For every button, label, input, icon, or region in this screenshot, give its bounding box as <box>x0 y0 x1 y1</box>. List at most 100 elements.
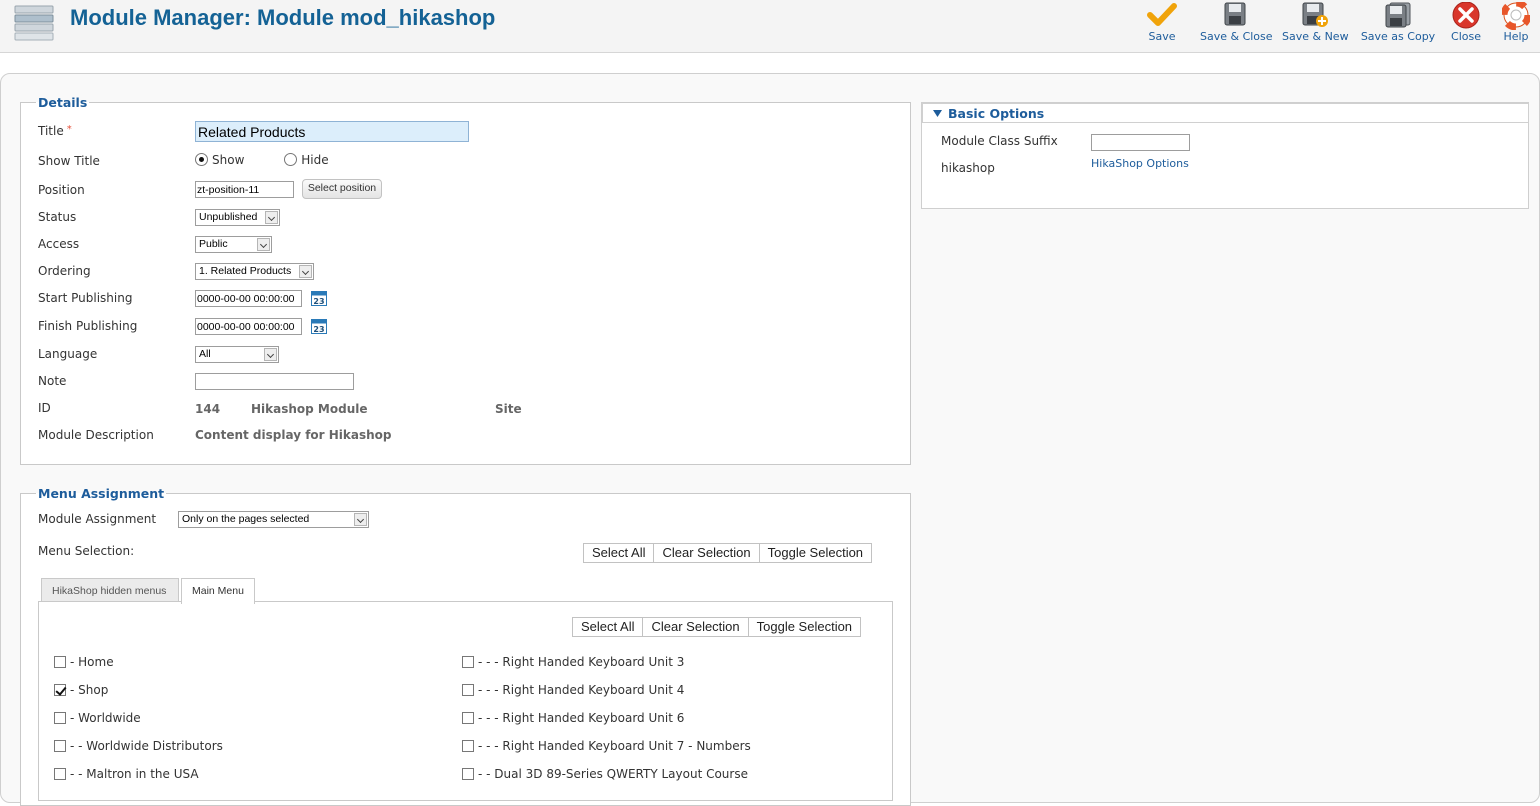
tab-main-menu[interactable]: Main Menu <box>181 578 255 604</box>
select-position-button[interactable]: Select position <box>301 179 383 199</box>
menu-item-checkbox[interactable] <box>54 711 66 724</box>
show-title-hide-radio[interactable] <box>284 153 298 166</box>
save-check-icon <box>1147 3 1177 26</box>
menu-item-label: - - - Right Handed Keyboard Unit 6 <box>478 710 685 725</box>
access-select[interactable]: Public <box>195 236 272 253</box>
menu-item-label: - - - Right Handed Keyboard Unit 7 - Num… <box>478 738 751 753</box>
finish-publishing-row: Finish Publishing 23 <box>38 318 891 340</box>
menu-item-checkbox[interactable] <box>54 683 66 696</box>
module-class-suffix-input[interactable] <box>1091 134 1190 151</box>
hikashop-label: hikashop <box>941 161 995 175</box>
ordering-select[interactable]: 1. Related Products <box>195 263 314 280</box>
chevron-down-icon <box>265 211 278 224</box>
tab-clear-selection-button[interactable]: Clear Selection <box>642 617 749 637</box>
menu-item-checkbox[interactable] <box>462 767 474 780</box>
hikashop-options-link[interactable]: HikaShop Options <box>1091 157 1189 170</box>
status-select[interactable]: Unpublished <box>195 209 280 226</box>
menu-item-checkbox[interactable] <box>462 711 474 724</box>
save-as-copy-button[interactable]: Save as Copy <box>1360 0 1436 48</box>
menu-selection-buttons: Select All Clear Selection Toggle Select… <box>583 543 873 563</box>
save-label: Save <box>1148 30 1176 43</box>
menu-item-checkbox[interactable] <box>462 683 474 696</box>
tab-selection-buttons: Select All Clear Selection Toggle Select… <box>572 617 862 637</box>
chevron-down-icon <box>257 238 270 251</box>
menu-assignment-legend: Menu Assignment <box>38 486 165 501</box>
select-all-button[interactable]: Select All <box>583 543 655 563</box>
note-input[interactable] <box>195 373 354 390</box>
floppy-disk-copy-icon <box>1385 2 1411 28</box>
close-icon <box>1452 2 1480 29</box>
show-title-show-radio[interactable] <box>195 153 208 166</box>
floppy-disk-plus-icon <box>1302 2 1328 27</box>
basic-options-title: Basic Options <box>948 106 1045 121</box>
clear-selection-button[interactable]: Clear Selection <box>653 543 760 563</box>
save-close-button[interactable]: Save & Close <box>1200 0 1273 48</box>
start-publishing-label: Start Publishing <box>38 291 133 305</box>
menu-item-checkbox[interactable] <box>54 655 66 668</box>
save-button[interactable]: Save <box>1136 0 1188 48</box>
lifebuoy-help-icon <box>1502 2 1530 30</box>
tab-toggle-selection-button[interactable]: Toggle Selection <box>747 617 862 637</box>
title-label: Title * <box>38 124 72 138</box>
tab-hikashop-hidden-menus[interactable]: HikaShop hidden menus <box>41 578 179 603</box>
ordering-row: Ordering 1. Related Products <box>38 263 891 285</box>
list-item[interactable]: - - Dual 3D 89-Series QWERTY Layout Cour… <box>462 766 748 784</box>
module-type-value: Hikashop Module <box>251 402 368 416</box>
access-label: Access <box>38 237 80 251</box>
close-button[interactable]: Close <box>1444 0 1488 48</box>
menu-item-label: - - Worldwide Distributors <box>70 738 223 753</box>
toggle-selection-button[interactable]: Toggle Selection <box>758 543 873 563</box>
save-new-button[interactable]: Save & New <box>1282 0 1349 48</box>
list-item[interactable]: - - - Right Handed Keyboard Unit 3 <box>462 654 684 672</box>
menu-item-checkbox[interactable] <box>54 767 66 780</box>
tab-select-all-button[interactable]: Select All <box>572 617 644 637</box>
status-value: Unpublished <box>199 211 258 223</box>
list-item[interactable]: - Shop <box>54 682 108 700</box>
help-label: Help <box>1503 30 1529 43</box>
basic-options-header[interactable]: Basic Options <box>922 103 1529 123</box>
finish-publishing-input[interactable] <box>195 318 302 335</box>
list-item[interactable]: - - - Right Handed Keyboard Unit 7 - Num… <box>462 738 751 756</box>
list-item[interactable]: - - - Right Handed Keyboard Unit 6 <box>462 710 684 728</box>
close-label: Close <box>1451 30 1481 43</box>
menu-item-checkbox[interactable] <box>462 655 474 668</box>
hikashop-row: hikashop HikaShop Options <box>941 157 1341 181</box>
hide-option-label: Hide <box>301 152 329 167</box>
help-button[interactable]: Help <box>1496 0 1536 48</box>
client-value: Site <box>495 402 522 416</box>
list-item[interactable]: - - Worldwide Distributors <box>54 738 223 756</box>
calendar-icon[interactable]: 23 <box>310 318 327 334</box>
show-title-label: Show Title <box>38 154 100 168</box>
title-input[interactable] <box>195 121 469 142</box>
note-label: Note <box>38 374 67 388</box>
description-label: Module Description <box>38 428 154 442</box>
access-value: Public <box>199 238 228 250</box>
calendar-icon[interactable]: 23 <box>310 290 327 306</box>
chevron-down-icon <box>264 348 277 361</box>
position-input[interactable] <box>195 181 294 198</box>
menu-selection-label: Menu Selection: <box>38 544 135 558</box>
module-assignment-value: Only on the pages selected <box>182 513 310 525</box>
list-item[interactable]: - Worldwide <box>54 710 141 728</box>
id-label: ID <box>38 401 51 415</box>
list-item[interactable]: - Home <box>54 654 114 672</box>
module-class-suffix-row: Module Class Suffix <box>941 133 1341 155</box>
triangle-down-icon <box>933 110 942 117</box>
menu-item-checkbox[interactable] <box>462 739 474 752</box>
menu-item-label: - - - Right Handed Keyboard Unit 4 <box>478 682 685 697</box>
title-label-text: Title <box>38 124 64 138</box>
menu-item-checkbox[interactable] <box>54 739 66 752</box>
save-new-label: Save & New <box>1282 30 1349 43</box>
title-row: Title * <box>38 121 891 143</box>
list-item[interactable]: - - Maltron in the USA <box>54 766 199 784</box>
toolbar: Save Save & Close Save & New Save as Cop… <box>1140 0 1540 50</box>
list-item[interactable]: - - - Right Handed Keyboard Unit 4 <box>462 682 684 700</box>
start-publishing-input[interactable] <box>195 290 302 307</box>
language-select[interactable]: All <box>195 346 279 363</box>
show-option-label: Show <box>212 152 245 167</box>
ordering-value: 1. Related Products <box>199 265 292 277</box>
status-label: Status <box>38 210 77 224</box>
details-legend: Details <box>38 95 88 110</box>
module-assignment-select[interactable]: Only on the pages selected <box>178 511 369 528</box>
module-manager-icon <box>14 5 54 41</box>
